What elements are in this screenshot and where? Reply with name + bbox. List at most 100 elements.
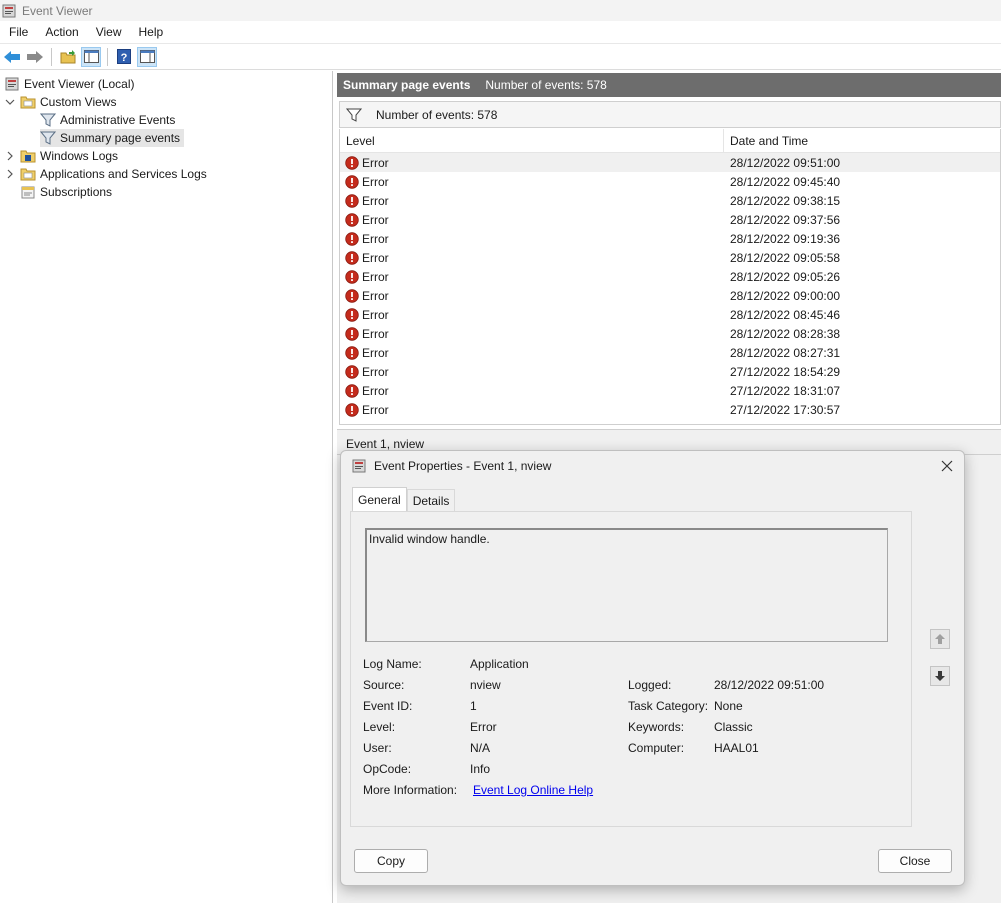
cell-level-text: Error [362, 193, 389, 208]
tree-item-subscriptions[interactable]: Subscriptions [20, 183, 112, 201]
cell-level: Error [340, 270, 724, 284]
menu-file[interactable]: File [0, 25, 36, 39]
cell-level-text: Error [362, 402, 389, 417]
back-button[interactable] [2, 47, 22, 67]
tree-item-root[interactable]: Event Viewer (Local) [4, 75, 135, 93]
error-icon [345, 193, 359, 208]
tree-item-label: Custom Views [40, 95, 117, 109]
table-row[interactable]: Error 28/12/2022 09:45:40 [340, 172, 1000, 191]
tree-item-summary-page-events[interactable]: Summary page events [40, 129, 185, 147]
cell-date-time: 28/12/2022 09:05:26 [730, 269, 841, 284]
table-row[interactable]: Error 28/12/2022 09:51:00 [340, 153, 1000, 172]
table-row[interactable]: Error 28/12/2022 09:19:36 [340, 229, 1000, 248]
menu-bar: File Action View Help [0, 21, 1001, 42]
cell-date-time: 27/12/2022 18:31:07 [730, 383, 841, 398]
cell-date-time: 28/12/2022 09:38:15 [730, 193, 841, 208]
menu-view[interactable]: View [87, 25, 130, 39]
copy-button[interactable]: Copy [354, 849, 428, 873]
label-logged: Logged: [628, 678, 672, 692]
cell-level-text: Error [362, 231, 389, 246]
event-description[interactable]: Invalid window handle. [365, 528, 888, 642]
error-icon [345, 345, 359, 360]
table-row[interactable]: Error 28/12/2022 09:00:00 [340, 286, 1000, 305]
table-row[interactable]: Error 28/12/2022 08:27:31 [340, 343, 1000, 362]
error-icon [345, 212, 359, 227]
tree-item-label: Subscriptions [40, 185, 113, 199]
label-source: Source: [363, 678, 405, 692]
console-tree: Event Viewer (Local) Custom Views Admini… [0, 71, 333, 903]
next-event-button[interactable] [930, 666, 950, 686]
open-folder-icon [60, 49, 76, 63]
dialog-close-button[interactable] [938, 457, 956, 475]
error-icon [345, 402, 359, 417]
table-row[interactable]: Error 28/12/2022 09:38:15 [340, 191, 1000, 210]
tree-item-administrative-events[interactable]: Administrative Events [40, 111, 175, 129]
cell-level: Error [340, 213, 724, 227]
chevron-right-icon[interactable] [4, 168, 16, 180]
close-button[interactable]: Close [878, 849, 952, 873]
cell-level: Error [340, 308, 724, 322]
table-row[interactable]: Error 27/12/2022 18:31:07 [340, 381, 1000, 400]
table-row[interactable]: Error 28/12/2022 09:37:56 [340, 210, 1000, 229]
label-event-id: Event ID: [363, 699, 413, 713]
events-table: Level Date and Time Error 28/12/2022 09:5… [339, 129, 1001, 425]
filter-bar: Number of events: 578 [339, 101, 1001, 128]
forward-icon [27, 50, 43, 63]
help-icon: ? [117, 49, 131, 64]
tree-item-custom-views[interactable]: Custom Views [4, 93, 116, 111]
filter-icon [346, 108, 362, 122]
cell-level: Error [340, 346, 724, 360]
table-row[interactable]: Error 28/12/2022 08:45:46 [340, 305, 1000, 324]
table-header: Level Date and Time [340, 129, 1000, 153]
forward-button[interactable] [25, 47, 45, 67]
value-computer: HAAL01 [714, 741, 759, 755]
table-row[interactable]: Error 28/12/2022 08:28:38 [340, 324, 1000, 343]
error-icon [345, 383, 359, 398]
tree-item-windows-logs[interactable]: Windows Logs [4, 147, 118, 165]
cell-date-time: 28/12/2022 09:00:00 [730, 288, 841, 303]
chevron-right-icon[interactable] [4, 150, 16, 162]
cell-level-text: Error [362, 383, 389, 398]
error-icon [345, 288, 359, 303]
svg-text:?: ? [121, 52, 128, 64]
cell-level: Error [340, 289, 724, 303]
open-button[interactable] [58, 47, 78, 67]
column-header-level[interactable]: Level [340, 129, 724, 153]
chevron-down-icon[interactable] [4, 96, 16, 108]
value-opcode: Info [470, 762, 491, 776]
arrow-down-icon [935, 671, 945, 681]
back-icon [4, 50, 20, 63]
table-row[interactable]: Error 28/12/2022 09:05:26 [340, 267, 1000, 286]
tree-item-label: Windows Logs [40, 149, 119, 163]
toolbar-separator [51, 47, 52, 66]
error-icon [345, 326, 359, 341]
dialog-title-bar[interactable]: Event Properties - Event 1, nview [341, 451, 964, 480]
preview-title: Event 1, nview [346, 437, 425, 451]
event-log-online-help-link[interactable]: Event Log Online Help [473, 783, 593, 797]
menu-help[interactable]: Help [130, 25, 172, 39]
tab-details[interactable]: Details [406, 489, 456, 511]
error-icon [345, 364, 359, 379]
help-button[interactable]: ? [114, 47, 134, 67]
tree-item-label: Summary page events [60, 131, 181, 145]
close-icon [941, 460, 953, 472]
window-title: Event Viewer [22, 3, 93, 18]
tab-general[interactable]: General [352, 487, 407, 511]
label-user: User: [363, 741, 392, 755]
dialog-tabs: General Details [352, 487, 456, 511]
error-icon [345, 269, 359, 284]
column-header-date-time[interactable]: Date and Time [724, 129, 808, 153]
show-hide-console-tree-button[interactable] [81, 46, 101, 67]
menu-action[interactable]: Action [36, 25, 86, 39]
cell-level: Error [340, 232, 724, 246]
table-row[interactable]: Error 27/12/2022 17:30:57 [340, 400, 1000, 419]
subscriptions-icon [20, 184, 36, 200]
value-level: Error [470, 720, 497, 734]
table-row[interactable]: Error 27/12/2022 18:54:29 [340, 362, 1000, 381]
tree-item-applications-services-logs[interactable]: Applications and Services Logs [4, 165, 207, 183]
table-row[interactable]: Error 28/12/2022 09:05:58 [340, 248, 1000, 267]
previous-event-button[interactable] [930, 629, 950, 649]
value-user: N/A [470, 741, 491, 755]
show-hide-action-pane-button[interactable] [137, 46, 157, 67]
action-pane-icon [139, 50, 155, 63]
